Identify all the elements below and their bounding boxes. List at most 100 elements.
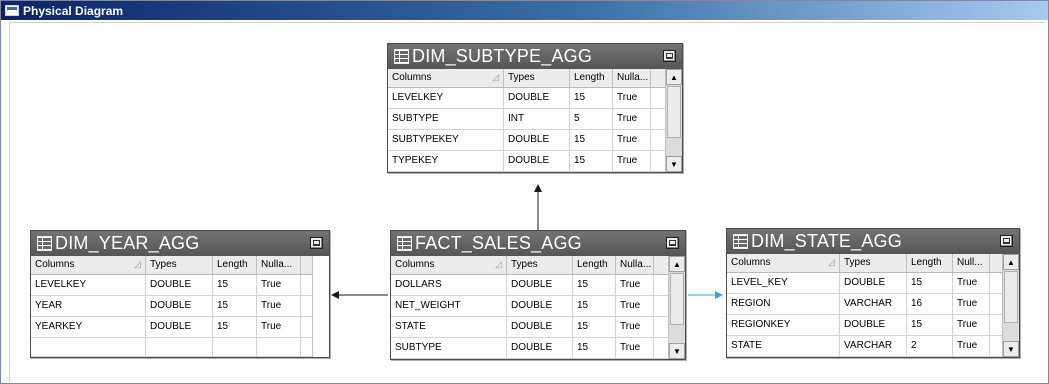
- scroll-thumb[interactable]: [670, 273, 684, 325]
- cell-column-name: REGION: [727, 294, 840, 314]
- cell-column-name: SUBTYPE: [388, 109, 504, 129]
- table-row[interactable]: STATE VARCHAR 2 True: [727, 336, 1019, 357]
- cell-column-name: REGIONKEY: [727, 315, 840, 335]
- vertical-scrollbar[interactable]: ▲ ▼: [1002, 254, 1019, 357]
- column-header-columns[interactable]: Columns ◿: [727, 254, 840, 272]
- table-icon: [733, 234, 748, 249]
- cell-type: DOUBLE: [146, 317, 213, 337]
- table-row[interactable]: SUBTYPE DOUBLE 15 True: [391, 338, 685, 359]
- physical-diagram-window: Physical Diagram DIM_SUBTYPE_AGG Columns…: [0, 0, 1049, 384]
- table-icon: [397, 236, 412, 251]
- cell-column-name: YEARKEY: [31, 317, 146, 337]
- minimize-icon[interactable]: [1000, 235, 1013, 247]
- scroll-down-icon[interactable]: ▼: [669, 343, 685, 359]
- column-header-length[interactable]: Length: [213, 256, 257, 274]
- scroll-down-icon[interactable]: ▼: [666, 156, 682, 172]
- table-row[interactable]: REGIONKEY DOUBLE 15 True: [727, 315, 1019, 336]
- column-header-columns[interactable]: Columns ◿: [391, 256, 507, 274]
- table-header[interactable]: DIM_SUBTYPE_AGG: [388, 44, 682, 69]
- scroll-up-icon[interactable]: ▲: [669, 256, 685, 272]
- table-row[interactable]: TYPEKEY DOUBLE 15 True: [388, 151, 682, 172]
- cell-nullable: True: [257, 275, 301, 295]
- cell-length: 15: [213, 317, 257, 337]
- minimize-icon[interactable]: [310, 237, 323, 249]
- cell-length: 15: [573, 317, 616, 337]
- vertical-scrollbar[interactable]: ▲ ▼: [668, 256, 685, 359]
- cell-type: DOUBLE: [840, 315, 907, 335]
- scroll-up-icon[interactable]: ▲: [666, 69, 682, 85]
- cell-nullable: True: [613, 130, 651, 150]
- column-header-columns[interactable]: Columns ◿: [31, 256, 146, 274]
- cell-column-name: NET_WEIGHT: [391, 296, 507, 316]
- table-name: FACT_SALES_AGG: [415, 233, 582, 253]
- column-header-length[interactable]: Length: [573, 256, 616, 274]
- scroll-thumb[interactable]: [667, 86, 681, 138]
- sort-icon: ◿: [828, 257, 835, 267]
- table-row[interactable]: STATE DOUBLE 15 True: [391, 317, 685, 338]
- window-titlebar[interactable]: Physical Diagram: [1, 1, 1048, 20]
- table-row[interactable]: NET_WEIGHT DOUBLE 15 True: [391, 296, 685, 317]
- column-header-types[interactable]: Types: [504, 69, 570, 87]
- cell-column-name: DOLLARS: [391, 275, 507, 295]
- table-header[interactable]: FACT_SALES_AGG: [391, 231, 685, 256]
- cell-column-name: LEVELKEY: [31, 275, 146, 295]
- sort-icon: ◿: [134, 259, 141, 269]
- table-name: DIM_STATE_AGG: [751, 231, 902, 251]
- table-header[interactable]: DIM_STATE_AGG: [727, 229, 1019, 254]
- table-row[interactable]: LEVELKEY DOUBLE 15 True: [388, 88, 682, 109]
- table-dim-year-agg[interactable]: DIM_YEAR_AGG Columns ◿ Types Length Nulla…: [30, 230, 330, 358]
- column-header-nullable[interactable]: Null...: [953, 254, 990, 272]
- cell-column-name: YEAR: [31, 296, 146, 316]
- table-row[interactable]: SUBTYPEKEY DOUBLE 15 True: [388, 130, 682, 151]
- cell-length: 15: [570, 88, 613, 108]
- cell-column-name: TYPEKEY: [388, 151, 504, 171]
- column-header-nullable[interactable]: Nulla...: [616, 256, 654, 274]
- table-fact-sales-agg[interactable]: FACT_SALES_AGG Columns ◿ Types Length Nul…: [390, 230, 686, 360]
- table-row[interactable]: DOLLARS DOUBLE 15 True: [391, 275, 685, 296]
- table-dim-state-agg[interactable]: DIM_STATE_AGG Columns ◿ Types Length Null…: [726, 228, 1020, 358]
- table-row[interactable]: SUBTYPE INT 5 True: [388, 109, 682, 130]
- cell-length: 15: [573, 275, 616, 295]
- cell-length: 5: [570, 109, 613, 129]
- column-header-nullable[interactable]: Nulla...: [257, 256, 301, 274]
- cell-nullable: True: [257, 296, 301, 316]
- table-row[interactable]: YEARKEY DOUBLE 15 True: [31, 317, 329, 338]
- column-header-types[interactable]: Types: [840, 254, 907, 272]
- diagram-canvas[interactable]: DIM_SUBTYPE_AGG Columns ◿ Types Length Nu…: [9, 22, 1044, 382]
- cell-length: 15: [213, 296, 257, 316]
- table-row[interactable]: REGION VARCHAR 16 True: [727, 294, 1019, 315]
- table-row[interactable]: LEVEL_KEY DOUBLE 15 True: [727, 273, 1019, 294]
- table-row[interactable]: LEVELKEY DOUBLE 15 True: [31, 275, 329, 296]
- column-header-columns[interactable]: Columns ◿: [388, 69, 504, 87]
- cell-length: 15: [573, 338, 616, 358]
- cell-nullable: True: [613, 109, 651, 129]
- table-icon: [37, 236, 52, 251]
- arrowhead-up-icon: [534, 184, 542, 192]
- table-icon: [394, 49, 409, 64]
- scroll-up-icon[interactable]: ▲: [1003, 254, 1019, 270]
- column-grid: Columns ◿ Types Length Nulla... LEVELKEY …: [31, 256, 329, 357]
- cell-nullable: True: [953, 273, 990, 293]
- table-header[interactable]: DIM_YEAR_AGG: [31, 231, 329, 256]
- scroll-thumb[interactable]: [1004, 271, 1018, 323]
- column-header-types[interactable]: Types: [146, 256, 213, 274]
- arrowhead-left-icon: [331, 291, 339, 299]
- cell-nullable: True: [953, 336, 990, 356]
- table-row-empty: [31, 338, 329, 357]
- table-row[interactable]: YEAR DOUBLE 15 True: [31, 296, 329, 317]
- cell-nullable: True: [616, 338, 654, 358]
- cell-length: 15: [570, 151, 613, 171]
- minimize-icon[interactable]: [663, 50, 676, 62]
- scroll-down-icon[interactable]: ▼: [1003, 341, 1019, 357]
- column-grid: Columns ◿ Types Length Nulla... LEVELKEY …: [388, 69, 682, 172]
- column-header-types[interactable]: Types: [507, 256, 573, 274]
- vertical-scrollbar[interactable]: ▲ ▼: [665, 69, 682, 172]
- column-header-length[interactable]: Length: [570, 69, 613, 87]
- minimize-icon[interactable]: [666, 237, 679, 249]
- cell-type: DOUBLE: [507, 338, 573, 358]
- cell-length: 16: [907, 294, 953, 314]
- column-header-nullable[interactable]: Nulla...: [613, 69, 651, 87]
- cell-column-name: LEVELKEY: [388, 88, 504, 108]
- table-dim-subtype-agg[interactable]: DIM_SUBTYPE_AGG Columns ◿ Types Length Nu…: [387, 43, 683, 173]
- column-header-length[interactable]: Length: [907, 254, 953, 272]
